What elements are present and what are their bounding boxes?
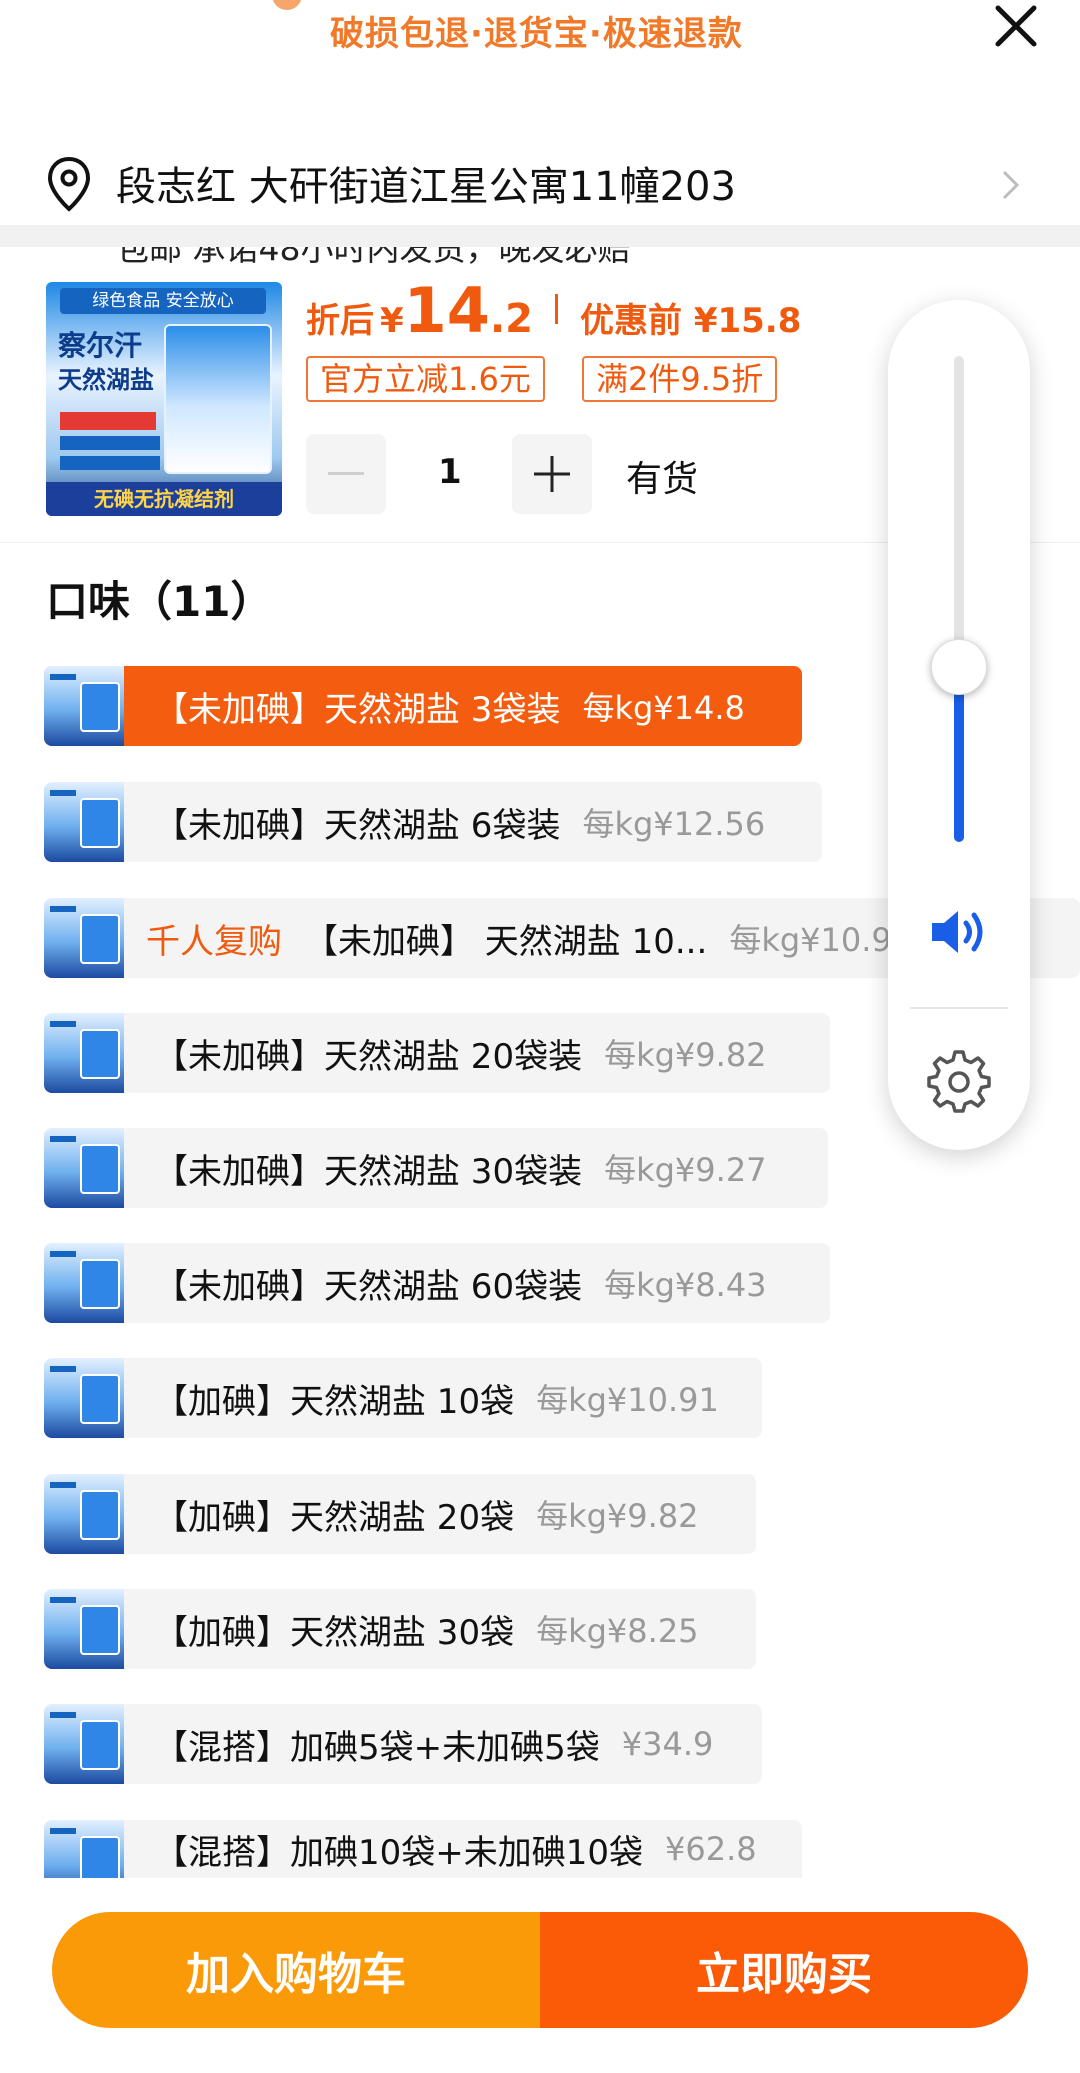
option-price: 每kg¥14.8 [582,689,745,727]
volume-slider-handle[interactable] [931,639,987,696]
option-label: 【混搭】加碘5袋+未加碘5袋 [154,1727,600,1768]
option-label: 【加碘】天然湖盐 20袋 [154,1497,515,1538]
option-price: 每kg¥12.56 [582,805,766,843]
option-thumbnail [44,782,124,862]
option-price: 每kg¥9.82 [604,1036,767,1074]
option-thumbnail [44,1474,124,1554]
option-price: 每kg¥10.9 [729,921,892,959]
product-image-name: 天然湖盐 [58,366,154,394]
banner-decoration [272,0,302,10]
option-chip[interactable]: 【混搭】加碘5袋+未加碘5袋 ¥34.9 [44,1704,762,1784]
close-icon [995,5,1037,47]
repurchase-badge: 千人复购 [146,921,282,962]
option-price: 每kg¥8.43 [604,1266,767,1304]
option-label: 【未加碘】天然湖盐 60袋装 [154,1266,583,1307]
option-chip[interactable]: 【未加碘】天然湖盐 3袋装 每kg¥14.8 [44,666,802,746]
price-integer: 14 [403,274,490,347]
volume-slider[interactable] [954,356,964,842]
promo-badge-multi-buy: 满2件9.5折 [582,356,778,402]
promo-badge-discount: 官方立减1.6元 [306,356,545,402]
option-chip[interactable]: 【加碘】天然湖盐 30袋 每kg¥8.25 [44,1589,756,1669]
product-image-brand: 察尔汗 [58,329,143,362]
price-before-discount: 优惠前 ¥15.8 [579,301,802,341]
option-thumbnail [44,1358,124,1438]
option-thumbnail [44,1128,124,1208]
gear-icon[interactable] [926,1048,992,1114]
option-price: 每kg¥9.82 [536,1497,699,1535]
option-label: 【未加碘】天然湖盐 30袋装 [154,1151,583,1192]
option-price: 每kg¥9.27 [604,1151,767,1189]
product-image-tag: 绿色食品 安全放心 [60,288,266,314]
product-image-bottom-text: 无碘无抗凝结剂 [46,482,282,516]
price-decimal: .2 [489,296,533,342]
option-chip[interactable]: 【加碘】天然湖盐 10袋 每kg¥10.91 [44,1358,762,1438]
option-chip[interactable]: 【加碘】天然湖盐 20袋 每kg¥9.82 [44,1474,756,1554]
option-price: 每kg¥10.91 [536,1381,719,1419]
option-chip[interactable]: 【未加碘】天然湖盐 20袋装 每kg¥9.82 [44,1013,830,1093]
volume-panel [888,300,1030,1150]
price-label: 折后 [306,301,374,341]
product-image-blue-tag [60,436,160,450]
quantity-value[interactable]: 1 [438,452,462,492]
option-label: 【加碘】天然湖盐 30袋 [154,1612,515,1653]
shipping-address[interactable]: 段志红 大矸街道江星公寓11幢203 包邮 承诺48小时内发货，晚发必赔 [0,70,1080,268]
option-chip[interactable]: 【未加碘】天然湖盐 6袋装 每kg¥12.56 [44,782,822,862]
speaker-icon[interactable] [928,906,990,958]
currency-symbol: ¥ [380,301,404,341]
option-thumbnail [44,1243,124,1323]
option-label: 【未加碘】天然湖盐 6袋装 [154,805,561,846]
option-label: 【混搭】加碘10袋+未加碘10袋 [154,1832,644,1873]
option-thumbnail [44,1589,124,1669]
product-image[interactable]: 绿色食品 安全放心 察尔汗 天然湖盐 无碘无抗凝结剂 [46,282,282,516]
option-chip[interactable]: 【混搭】加碘10袋+未加碘10袋 ¥62.8 [44,1820,802,1878]
decrease-quantity-button[interactable] [306,434,386,514]
purchase-actions: 加入购物车 立即购买 [52,1912,1028,2028]
option-thumbnail [44,1704,124,1784]
chevron-right-icon [1002,170,1020,200]
close-button[interactable] [990,0,1042,52]
plus-icon [534,456,570,492]
banner-text: 破损包退·退货宝·极速退款 [330,14,743,54]
increase-quantity-button[interactable] [512,434,592,514]
option-label: 【未加碘】天然湖盐 3袋装 [154,689,561,730]
option-chip[interactable]: 【未加碘】天然湖盐 30袋装 每kg¥9.27 [44,1128,828,1208]
product-image-red-tag [60,412,156,430]
product-image-bag [164,324,272,474]
option-chip[interactable]: 【未加碘】天然湖盐 60袋装 每kg¥8.43 [44,1243,830,1323]
price-row: 折后 ¥ 14 .2 优惠前 ¥15.8 [306,274,802,347]
flavor-section-title: 口味（11） [46,577,273,626]
option-thumbnail [44,666,124,746]
volume-panel-divider [910,1007,1008,1009]
product-image-blue-tag [60,456,160,470]
top-banner: 破损包退·退货宝·极速退款 [0,0,1080,60]
location-pin-icon [47,156,91,212]
option-price: 每kg¥8.25 [536,1612,699,1650]
option-price: ¥34.9 [621,1725,714,1763]
option-price: ¥62.8 [665,1830,757,1868]
option-thumbnail [44,1013,124,1093]
price-separator [554,294,558,324]
buy-now-button[interactable]: 立即购买 [540,1912,1028,2028]
stock-status: 有货 [626,459,699,500]
option-thumbnail [44,898,124,978]
add-to-cart-button[interactable]: 加入购物车 [52,1912,540,2028]
option-label: 【未加碘】 天然湖盐 10... [304,921,708,962]
option-thumbnail [44,1820,124,1878]
option-label: 【加碘】天然湖盐 10袋 [154,1381,515,1422]
minus-icon [328,472,364,475]
address-main: 段志红 大矸街道江星公寓11幢203 [116,164,736,210]
section-divider [0,225,1080,247]
option-label: 【未加碘】天然湖盐 20袋装 [154,1036,583,1077]
